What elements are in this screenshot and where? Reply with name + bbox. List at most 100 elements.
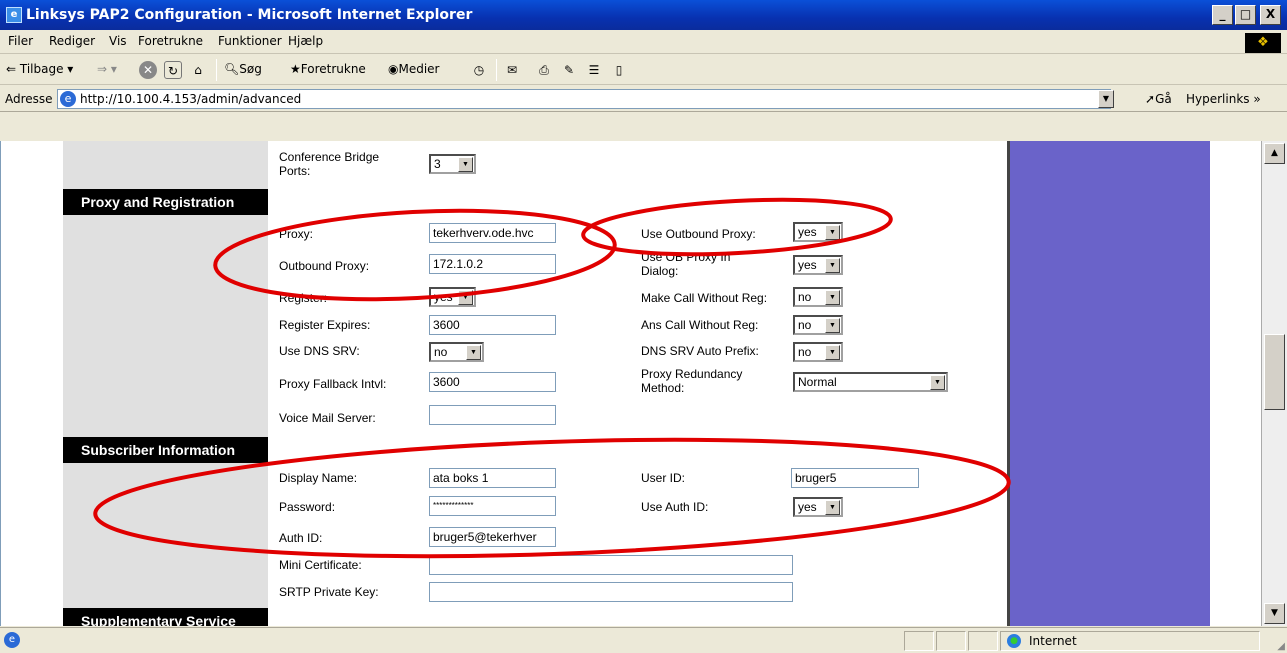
page-viewport: Conference Bridge Ports: 3 ▼ Proxy and Re… [0, 141, 1261, 626]
chevron-down-icon: ▼ [825, 225, 840, 240]
home-icon[interactable]: ⌂ [189, 61, 207, 79]
favorites-icon: ★ [290, 62, 301, 76]
use-dns-srv-select[interactable]: no ▼ [429, 342, 484, 362]
password-label: Password: [279, 500, 336, 514]
user-id-input[interactable]: bruger5 [791, 468, 919, 488]
print-icon[interactable]: ⎙ [535, 61, 553, 79]
search-button[interactable]: 🔍︎Søg [224, 62, 262, 76]
conference-bridge-select[interactable]: 3 ▼ [429, 154, 476, 174]
proxy-fallback-input[interactable]: 3600 [429, 372, 556, 392]
links-button[interactable]: Hyperlinks » [1186, 92, 1261, 106]
edit-icon[interactable]: ✎ [560, 61, 578, 79]
go-label: Gå [1155, 92, 1172, 106]
register-value: yes [434, 290, 453, 304]
resize-grip-icon[interactable]: ◢ [1277, 641, 1285, 652]
use-auth-id-select[interactable]: yes ▼ [793, 497, 843, 517]
password-input[interactable]: ************* [429, 496, 556, 516]
use-ob-proxy-dialog-select[interactable]: yes ▼ [793, 255, 843, 275]
page-icon: e [60, 91, 76, 107]
mini-certificate-input[interactable] [429, 555, 793, 575]
use-outbound-proxy-label: Use Outbound Proxy: [641, 227, 756, 241]
address-url: http://10.100.4.153/admin/advanced [80, 92, 302, 106]
use-outbound-proxy-select[interactable]: yes ▼ [793, 222, 843, 242]
auth-id-label: Auth ID: [279, 531, 323, 545]
scroll-thumb[interactable] [1264, 334, 1285, 410]
search-label: Søg [239, 62, 262, 76]
register-label: Register: [279, 291, 328, 305]
favorites-button[interactable]: ★Foretrukne [290, 62, 366, 76]
discuss-icon[interactable]: ☰ [585, 61, 603, 79]
back-button[interactable]: ⇐ Tilbage ▾ [6, 62, 73, 76]
chevron-down-icon: ▼ [825, 345, 840, 360]
back-label: Tilbage [19, 62, 64, 76]
voice-mail-input[interactable] [429, 405, 556, 425]
vertical-scrollbar[interactable]: ▲ ▼ [1261, 141, 1287, 626]
messenger-icon[interactable]: ▯ [610, 61, 628, 79]
media-label: Medier [398, 62, 440, 76]
outbound-proxy-input[interactable]: 172.1.0.2 [429, 254, 556, 274]
menu-bar: Filer Rediger Vis Foretrukne Funktioner … [0, 30, 1287, 54]
proxy-label: Proxy: [279, 227, 314, 241]
menu-hjaelp[interactable]: Hjælp [288, 34, 323, 48]
address-input[interactable]: e http://10.100.4.153/admin/advanced [57, 89, 1111, 109]
history-icon[interactable]: ◷ [470, 61, 488, 79]
register-expires-input[interactable]: 3600 [429, 315, 556, 335]
media-button[interactable]: ◉Medier [388, 62, 440, 76]
dns-srv-prefix-select[interactable]: no ▼ [793, 342, 843, 362]
chevron-down-icon: ▼ [825, 290, 840, 305]
section-proxy-registration: Proxy and Registration [63, 189, 268, 215]
use-auth-id-value: yes [798, 500, 817, 514]
favorites-label: Foretrukne [300, 62, 366, 76]
conference-bridge-label: Conference Bridge Ports: [279, 150, 380, 178]
maximize-button[interactable]: □ [1235, 5, 1256, 25]
proxy-redundancy-value: Normal [798, 375, 837, 389]
media-icon: ◉ [388, 62, 399, 76]
proxy-input[interactable]: tekerhverv.ode.hvc [429, 223, 556, 243]
forward-button[interactable]: ⇒ ▾ [97, 62, 117, 76]
minimize-button[interactable]: _ [1212, 5, 1233, 25]
dns-srv-prefix-value: no [798, 345, 812, 359]
chevron-down-icon: ▼ [458, 290, 473, 305]
make-call-value: no [798, 290, 812, 304]
scroll-up-button[interactable]: ▲ [1264, 143, 1285, 164]
chevron-down-icon: ▼ [825, 500, 840, 515]
ans-call-select[interactable]: no ▼ [793, 315, 843, 335]
address-label: Adresse [5, 92, 53, 106]
display-name-label: Display Name: [279, 471, 358, 485]
proxy-redundancy-label: Proxy Redundancy Method: [641, 367, 743, 395]
menu-foretrukne[interactable]: Foretrukne [138, 34, 203, 48]
refresh-icon[interactable]: ↻ [164, 61, 182, 79]
right-sidebar [1010, 141, 1210, 626]
section-subscriber-information: Subscriber Information [63, 437, 268, 463]
title-bar: e Linksys PAP2 Configuration - Microsoft… [0, 0, 1287, 30]
chevron-down-icon: ▼ [825, 258, 840, 273]
srtp-private-key-label: SRTP Private Key: [279, 585, 379, 599]
scroll-down-button[interactable]: ▼ [1264, 603, 1285, 624]
proxy-fallback-label: Proxy Fallback Intvl: [279, 377, 387, 391]
menu-funktioner[interactable]: Funktioner [218, 34, 282, 48]
register-select[interactable]: yes ▼ [429, 287, 476, 307]
ans-call-label: Ans Call Without Reg: [641, 318, 759, 332]
conference-bridge-value: 3 [434, 157, 441, 171]
stop-icon[interactable]: ✕ [139, 61, 157, 79]
display-name-input[interactable]: ata boks 1 [429, 468, 556, 488]
dns-srv-prefix-label: DNS SRV Auto Prefix: [641, 344, 759, 358]
user-id-label: User ID: [641, 471, 686, 485]
address-dropdown-button[interactable]: ▼ [1098, 90, 1114, 108]
make-call-label: Make Call Without Reg: [641, 291, 768, 305]
auth-id-input[interactable]: bruger5@tekerhver [429, 527, 556, 547]
srtp-private-key-input[interactable] [429, 582, 793, 602]
go-button[interactable]: ➚Gå [1145, 92, 1172, 106]
go-arrow-icon: ➚ [1145, 92, 1156, 106]
chevron-down-icon: ▼ [930, 375, 945, 390]
close-button[interactable]: X [1260, 5, 1281, 25]
make-call-select[interactable]: no ▼ [793, 287, 843, 307]
chevron-down-icon: ▼ [466, 345, 481, 360]
menu-vis[interactable]: Vis [109, 34, 127, 48]
proxy-redundancy-select[interactable]: Normal ▼ [793, 372, 948, 392]
chevron-down-icon: ▼ [458, 157, 473, 172]
mail-icon[interactable]: ✉ [503, 61, 521, 79]
menu-rediger[interactable]: Rediger [49, 34, 95, 48]
use-dns-srv-label: Use DNS SRV: [279, 344, 360, 358]
menu-filer[interactable]: Filer [8, 34, 33, 48]
